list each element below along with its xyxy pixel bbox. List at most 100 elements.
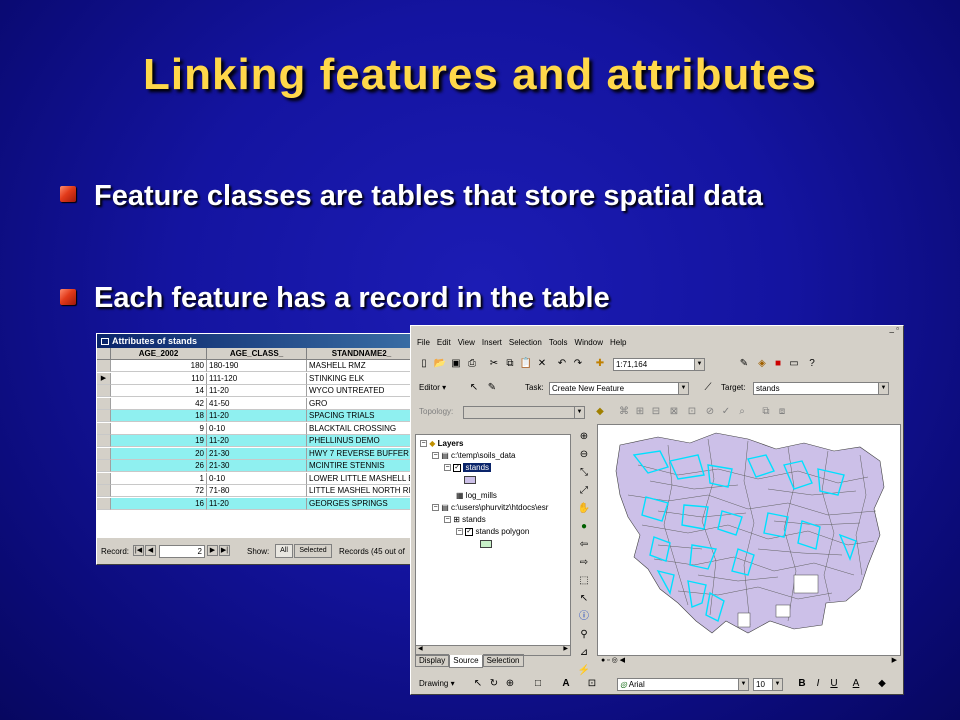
target-dropdown[interactable]: stands ▼ xyxy=(753,382,889,395)
error-inspector-icon[interactable]: ⌕ xyxy=(735,405,749,419)
measure-icon[interactable]: ⊿ xyxy=(577,646,591,660)
menu-item-file[interactable]: File xyxy=(417,338,430,347)
row-selector[interactable] xyxy=(97,485,111,497)
table-cell-age[interactable]: 42 xyxy=(111,397,207,410)
row-selector[interactable] xyxy=(97,497,111,510)
prev-record-button[interactable]: ◀ xyxy=(145,545,156,556)
select-features-icon[interactable]: ⬚ xyxy=(577,574,591,588)
table-cell-cls[interactable]: 111-120 xyxy=(207,372,307,385)
table-cell-cls[interactable]: 21-30 xyxy=(207,460,307,472)
table-cell-age[interactable]: 16 xyxy=(111,497,207,510)
row-selector[interactable] xyxy=(97,435,111,447)
topology-edit-icon[interactable]: ⊞ xyxy=(633,405,647,419)
row-selector[interactable] xyxy=(97,397,111,410)
tab-source[interactable]: Source xyxy=(449,655,483,668)
table-cell-name[interactable]: STINKING ELK xyxy=(307,372,417,385)
fixed-zoom-in-icon[interactable]: ⤡ xyxy=(577,466,591,480)
stands-polygon-symbol[interactable] xyxy=(480,540,492,551)
undo-icon[interactable]: ↶ xyxy=(555,357,569,371)
toc-layers[interactable]: − ◆ Layers xyxy=(420,439,463,449)
menu-item-tools[interactable]: Tools xyxy=(549,338,568,347)
new-icon[interactable]: ▯ xyxy=(417,357,431,371)
fill-color-icon[interactable]: ◆ xyxy=(875,677,889,691)
task-dropdown[interactable]: Create New Feature ▼ xyxy=(549,382,689,395)
map-scrollbar[interactable]: ● ▫ ◎ ◀ ▶ xyxy=(597,656,901,668)
topology-icon[interactable]: ◆ xyxy=(593,405,607,419)
validate-selection-icon[interactable]: ⊘ xyxy=(703,405,717,419)
toc-stands[interactable]: − ✓ stands xyxy=(444,463,492,473)
attribute-grid[interactable]: AGE_2002 AGE_CLASS_ STANDNAME2_ 180 180-1… xyxy=(97,348,417,538)
table-row[interactable]: 16 11-20 GEORGES SPRINGS xyxy=(97,497,417,510)
table-cell-name[interactable]: HWY 7 REVERSE BUFFER xyxy=(307,447,417,460)
table-cell-name[interactable]: MASHELL RMZ xyxy=(307,360,417,372)
font-color-icon[interactable]: A xyxy=(849,677,863,691)
menu-item-edit[interactable]: Edit xyxy=(437,338,451,347)
visibility-checkbox[interactable]: ✓ xyxy=(465,527,474,536)
tab-display[interactable]: Display xyxy=(415,654,450,667)
font-size-dropdown[interactable]: 10 ▼ xyxy=(753,678,783,691)
show-shared-icon[interactable]: ⧈ xyxy=(775,405,789,419)
validate-extent-icon[interactable]: ⊡ xyxy=(685,405,699,419)
collapse-icon[interactable]: − xyxy=(444,516,451,524)
menu-item-window[interactable]: Window xyxy=(575,338,603,347)
map-topology-icon[interactable]: ⌘ xyxy=(617,405,631,419)
table-row[interactable]: 19 11-20 PHELLINUS DEMO xyxy=(97,435,417,447)
show-all-button[interactable]: All xyxy=(275,544,293,558)
topology-dropdown[interactable]: ▼ xyxy=(463,406,585,419)
scale-dropdown[interactable]: 1:71,164 ▼ xyxy=(613,358,705,371)
table-cell-age[interactable]: 1 xyxy=(111,472,207,485)
table-cell-cls[interactable]: 11-20 xyxy=(207,435,307,447)
back-extent-icon[interactable]: ⇦ xyxy=(577,538,591,552)
toc-gdb1[interactable]: − ▤ c:\temp\soils_data xyxy=(432,451,516,461)
collapse-icon[interactable]: − xyxy=(456,528,463,536)
table-row[interactable]: 180 180-190 MASHELL RMZ xyxy=(97,360,417,372)
split-tool-icon[interactable]: ⟋ xyxy=(701,381,715,395)
rectangle-icon[interactable]: □ xyxy=(531,677,545,691)
menu-item-help[interactable]: Help xyxy=(610,338,626,347)
pan-icon[interactable]: ✋ xyxy=(577,502,591,516)
table-row[interactable]: ▶ 110 111-120 STINKING ELK xyxy=(97,372,417,385)
stands-symbol[interactable] xyxy=(464,476,476,487)
whats-this-icon[interactable]: ? xyxy=(805,357,819,371)
table-cell-cls[interactable]: 0-10 xyxy=(207,422,307,435)
table-cell-name[interactable]: LITTLE MASHEL NORTH RM xyxy=(307,485,417,497)
save-icon[interactable]: ▣ xyxy=(449,357,463,371)
edit-tool-icon[interactable]: ↖ xyxy=(467,381,481,395)
table-cell-cls[interactable]: 11-20 xyxy=(207,410,307,422)
toc-stands-polygon[interactable]: − ✓ stands polygon xyxy=(456,527,529,537)
copy-icon[interactable]: ⧉ xyxy=(503,357,517,371)
row-selector[interactable] xyxy=(97,472,111,485)
table-cell-name[interactable]: GEORGES SPRINGS xyxy=(307,497,417,510)
shared-features-icon[interactable]: ⧉ xyxy=(759,405,773,419)
table-cell-age[interactable]: 26 xyxy=(111,460,207,472)
table-cell-cls[interactable]: 71-80 xyxy=(207,485,307,497)
table-row[interactable]: 26 21-30 MCINTIRE STENNIS xyxy=(97,460,417,472)
row-selector[interactable] xyxy=(97,422,111,435)
last-record-button[interactable]: ▶| xyxy=(219,545,230,556)
scroll-right-icon[interactable]: ▶ xyxy=(563,645,568,652)
column-header-age[interactable]: AGE_2002 xyxy=(111,348,207,360)
collapse-icon[interactable]: − xyxy=(432,504,439,512)
table-row[interactable]: 18 11-20 SPACING TRIALS xyxy=(97,410,417,422)
table-cell-age[interactable]: 180 xyxy=(111,360,207,372)
row-selector[interactable] xyxy=(97,385,111,397)
data-view-icon[interactable]: ● ▫ ◎ ◀ xyxy=(601,656,625,664)
delete-icon[interactable]: ✕ xyxy=(535,357,549,371)
menu-item-selection[interactable]: Selection xyxy=(509,338,542,347)
table-cell-name[interactable]: LOWER LITTLE MASHELL E xyxy=(307,472,417,485)
scroll-right-icon[interactable]: ▶ xyxy=(892,656,897,664)
row-selector[interactable] xyxy=(97,410,111,422)
table-cell-age[interactable]: 72 xyxy=(111,485,207,497)
text-tool-icon[interactable]: A xyxy=(559,677,573,691)
column-header-age-class[interactable]: AGE_CLASS_ xyxy=(207,348,307,360)
arctoolbox-icon[interactable]: ■ xyxy=(771,357,785,371)
topology-tool-icon[interactable]: ⊟ xyxy=(649,405,663,419)
table-cell-name[interactable]: BLACKTAIL CROSSING xyxy=(307,422,417,435)
column-header-standname[interactable]: STANDNAME2_ xyxy=(307,348,417,360)
find-icon[interactable]: ⚲ xyxy=(577,628,591,642)
map-canvas[interactable] xyxy=(598,425,901,656)
table-cell-cls[interactable]: 180-190 xyxy=(207,360,307,372)
scroll-left-icon[interactable]: ◀ xyxy=(418,645,423,652)
menu-item-view[interactable]: View xyxy=(458,338,475,347)
command-line-icon[interactable]: ▭ xyxy=(787,357,801,371)
